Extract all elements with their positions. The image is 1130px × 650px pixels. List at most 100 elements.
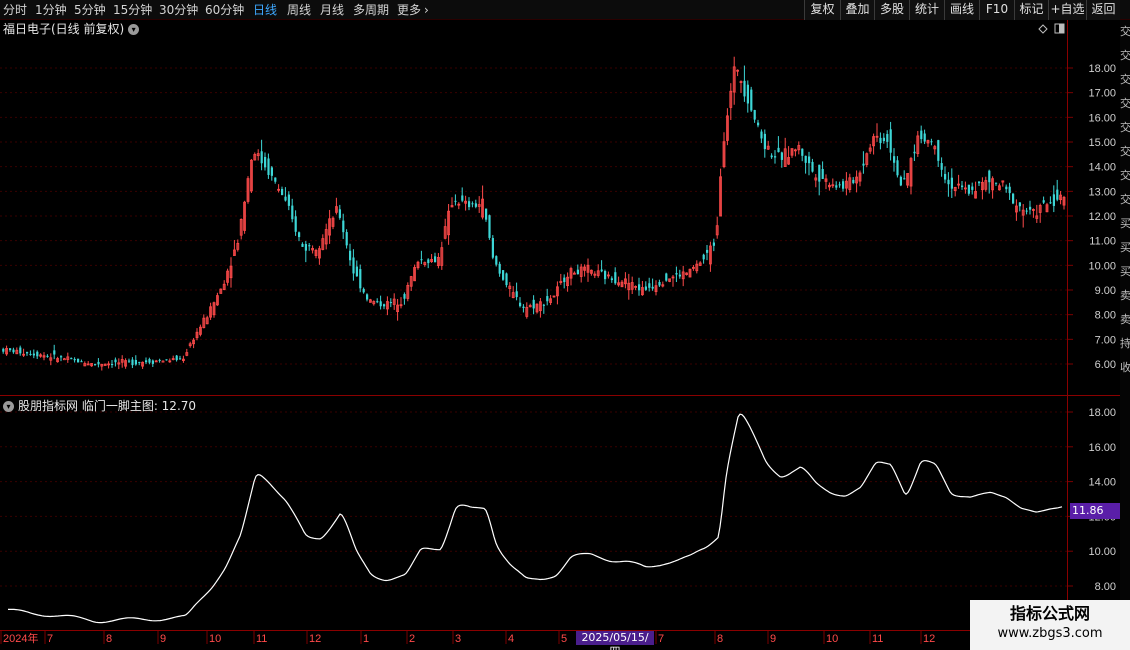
candle-body — [291, 205, 294, 220]
side-label: 持 — [1120, 337, 1130, 350]
watermark-url: www.zbgs3.com — [997, 626, 1103, 641]
candle-body — [281, 188, 284, 196]
candle-body — [495, 256, 498, 265]
y-tick-label: 13.00 — [1088, 186, 1116, 198]
chevron-down-icon[interactable]: ▾ — [128, 24, 140, 35]
candle-body — [94, 363, 97, 365]
candle-body — [128, 360, 131, 362]
candle-body — [937, 140, 940, 161]
candle-body — [270, 167, 273, 176]
window-toggle-fill — [1059, 24, 1064, 33]
candle-body — [427, 259, 430, 264]
candle-body — [610, 278, 613, 281]
tab-more[interactable]: 更多 › — [397, 2, 429, 18]
candle-body — [298, 232, 301, 238]
x-tick-label: 11 — [256, 633, 267, 645]
tab-30min[interactable]: 30分钟 — [159, 2, 198, 18]
mark-button[interactable]: 标记 — [1014, 0, 1048, 20]
tab-1min[interactable]: 1分钟 — [35, 2, 67, 18]
side-info-strip: 交 交 交 交 交 交 交 交 买 买 买 卖 卖 持 收 — [1120, 20, 1130, 650]
candle-body — [978, 181, 981, 184]
candle-body — [308, 245, 311, 247]
multi-stock-button[interactable]: 多股 — [874, 0, 909, 20]
candle-body — [264, 156, 267, 168]
tab-intraday[interactable]: 分时 — [3, 2, 27, 18]
candle-body — [80, 361, 83, 363]
chevron-down-icon[interactable]: ▾ — [3, 401, 14, 412]
candle-body — [546, 296, 549, 302]
candle-body — [811, 161, 814, 172]
diamond-icon[interactable] — [1038, 24, 1048, 34]
back-button[interactable]: 返回 — [1086, 0, 1120, 20]
side-label: 卖 — [1120, 289, 1130, 302]
candle-body — [36, 351, 39, 357]
candle-body — [893, 156, 896, 163]
side-label: 交 — [1120, 169, 1130, 182]
tab-daily[interactable]: 日线 — [253, 2, 277, 18]
candle-body — [355, 266, 358, 277]
tab-multi-period[interactable]: 多周期 — [353, 2, 389, 18]
f10-button[interactable]: F10 — [979, 0, 1014, 20]
tab-15min[interactable]: 15分钟 — [113, 2, 152, 18]
side-label: 买 — [1120, 265, 1130, 278]
y-tick-label: 10.00 — [1088, 546, 1116, 558]
candle-body — [808, 156, 811, 164]
x-tick-label: 9 — [160, 633, 166, 645]
candle-body — [420, 259, 423, 261]
candle-body — [1005, 186, 1008, 190]
candle-body — [145, 360, 148, 363]
tab-more-label: 更多 — [397, 3, 422, 17]
main-chart-title: 福日电子(日线 前复权) ▾ — [3, 21, 140, 37]
adjust-button[interactable]: 复权 — [804, 0, 840, 20]
candle-body — [542, 304, 545, 306]
statistics-button[interactable]: 统计 — [909, 0, 944, 20]
y-tick-label: 16.00 — [1088, 112, 1116, 124]
y-tick-label: 6.00 — [1095, 359, 1116, 371]
tab-60min[interactable]: 60分钟 — [205, 2, 244, 18]
side-label: 交 — [1120, 145, 1130, 158]
candlestick-series — [2, 56, 1066, 371]
y-tick-label: 7.00 — [1095, 334, 1116, 346]
candle-body — [383, 304, 386, 307]
candle-body — [468, 201, 471, 208]
tab-5min[interactable]: 5分钟 — [74, 2, 106, 18]
y-tick-label: 16.00 — [1088, 442, 1116, 454]
candle-body — [274, 177, 277, 182]
candle-body — [913, 151, 916, 154]
candle-body — [835, 185, 838, 188]
candle-body — [658, 281, 661, 286]
candle-body — [515, 291, 518, 298]
tab-weekly[interactable]: 周线 — [287, 2, 311, 18]
candle-body — [614, 272, 617, 284]
overlay-button[interactable]: 叠加 — [840, 0, 874, 20]
tab-monthly[interactable]: 月线 — [320, 2, 344, 18]
add-watchlist-button[interactable]: +自选 — [1048, 0, 1086, 20]
candle-body — [60, 356, 63, 358]
candle-body — [753, 109, 756, 120]
candle-body — [706, 249, 709, 253]
candle-body — [161, 360, 165, 363]
candle-body — [600, 269, 603, 272]
candle-body — [532, 299, 535, 309]
candle-body — [702, 254, 705, 260]
candle-body — [294, 216, 297, 232]
candle-body — [838, 184, 841, 186]
selected-date-tag: 2025/05/15/四 — [576, 631, 654, 650]
candle-body — [131, 359, 134, 366]
candle-body — [842, 181, 845, 189]
candle-body — [362, 288, 365, 293]
candle-body — [743, 80, 746, 97]
candle-body — [134, 360, 137, 365]
kline-chart[interactable]: 18.0017.0016.0015.0014.0013.0012.0011.00… — [0, 20, 1120, 650]
candle-body — [491, 238, 494, 258]
candle-body — [352, 257, 355, 274]
candle-body — [967, 184, 970, 194]
candle-body — [896, 160, 899, 176]
candle-body — [342, 220, 345, 233]
candle-body — [944, 173, 947, 180]
candle-body — [1025, 210, 1028, 212]
candle-body — [821, 168, 824, 179]
candle-body — [63, 358, 66, 361]
candle-body — [950, 177, 953, 189]
draw-line-button[interactable]: 画线 — [944, 0, 979, 20]
